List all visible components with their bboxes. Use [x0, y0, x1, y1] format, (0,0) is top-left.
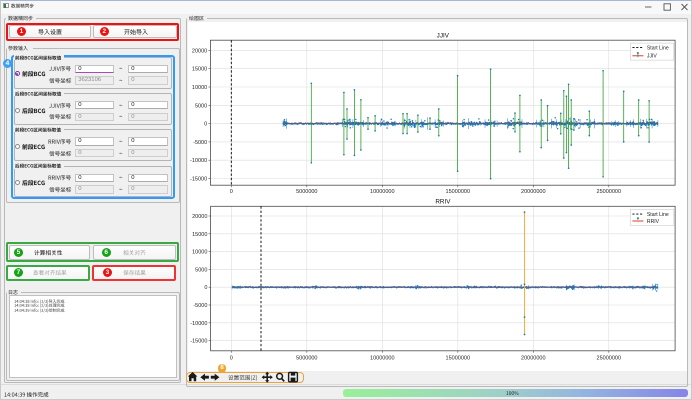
svg-text:20000000: 20000000 — [521, 355, 545, 361]
svg-text:5000: 5000 — [195, 267, 207, 273]
svg-text:Start Line: Start Line — [647, 45, 669, 51]
svg-text:5000000: 5000000 — [296, 355, 317, 361]
svg-text:20000000: 20000000 — [521, 189, 545, 195]
svg-text:-10000: -10000 — [190, 158, 207, 164]
svg-text:Start Line: Start Line — [647, 212, 669, 218]
svg-text:RRIV: RRIV — [647, 219, 660, 225]
svg-text:15000: 15000 — [192, 67, 207, 73]
svg-text:-15000: -15000 — [190, 177, 207, 183]
svg-text:15000000: 15000000 — [446, 189, 470, 195]
svg-text:0: 0 — [204, 122, 207, 128]
svg-text:JJIV: JJIV — [437, 33, 450, 40]
svg-text:5000: 5000 — [195, 103, 207, 109]
svg-text:0: 0 — [230, 355, 233, 361]
svg-text:-15000: -15000 — [190, 339, 207, 345]
svg-text:RRIV: RRIV — [435, 199, 451, 206]
svg-text:-5000: -5000 — [193, 140, 207, 146]
svg-text:10000000: 10000000 — [370, 355, 394, 361]
svg-text:25000000: 25000000 — [597, 355, 621, 361]
svg-text:JJIV: JJIV — [647, 54, 658, 60]
svg-text:20000: 20000 — [192, 214, 207, 220]
svg-text:-10000: -10000 — [190, 321, 207, 327]
svg-text:20000: 20000 — [192, 48, 207, 54]
svg-text:-5000: -5000 — [193, 303, 207, 309]
svg-text:10000: 10000 — [192, 85, 207, 91]
svg-text:5000000: 5000000 — [296, 189, 317, 195]
svg-text:10000: 10000 — [192, 250, 207, 256]
svg-text:15000000: 15000000 — [446, 355, 470, 361]
svg-text:15000: 15000 — [192, 232, 207, 238]
svg-text:10000000: 10000000 — [370, 189, 394, 195]
svg-text:25000000: 25000000 — [597, 189, 621, 195]
svg-text:0: 0 — [230, 189, 233, 195]
svg-text:0: 0 — [204, 285, 207, 291]
